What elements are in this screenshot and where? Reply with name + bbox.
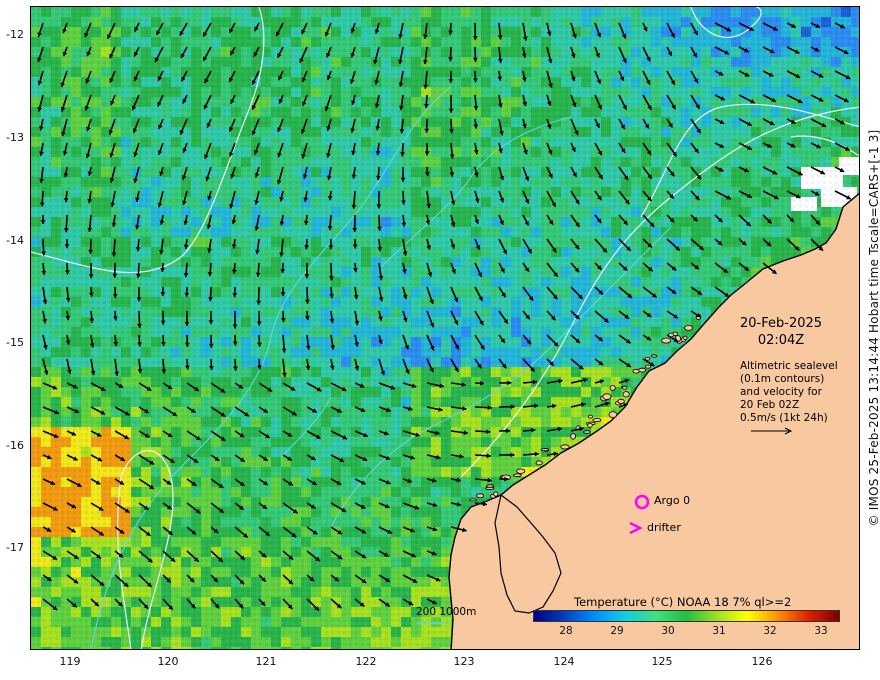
island [493,491,499,497]
island [583,430,591,434]
island [684,324,693,331]
island [617,398,625,404]
island [535,460,543,466]
island [476,493,485,499]
island [469,498,477,502]
island [560,444,570,450]
island [622,391,630,398]
island [486,484,495,488]
island [570,433,576,440]
island [513,473,522,478]
sst-map [31,7,859,649]
island [644,356,651,361]
island [609,384,616,391]
island [587,422,593,428]
island [622,385,628,390]
island [682,335,688,340]
island [644,364,652,369]
island [651,354,658,358]
island [661,337,671,344]
island [587,414,593,419]
island [608,411,618,419]
island [516,468,526,474]
island [602,393,612,400]
island [638,367,647,373]
map-panel [30,6,860,650]
island [540,448,550,452]
island [592,418,602,423]
